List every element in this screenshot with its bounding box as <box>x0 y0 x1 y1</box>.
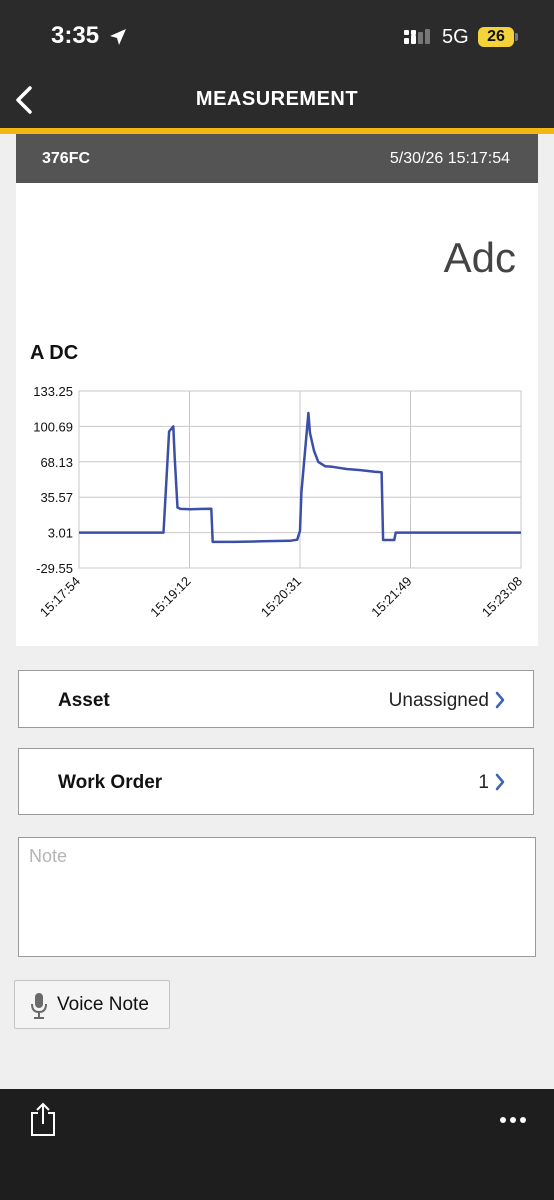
y-tick-label: 3.01 <box>48 526 73 541</box>
note-input[interactable] <box>27 844 529 952</box>
y-tick-label: 35.57 <box>40 490 73 505</box>
microphone-icon <box>31 993 47 1019</box>
y-tick-label: 133.25 <box>33 384 73 399</box>
measurement-card: 376FC 5/30/26 15:17:54 Adc A DC 133.25 10… <box>16 134 538 646</box>
x-tick-label: 15:21:49 <box>368 574 414 620</box>
location-arrow-icon <box>110 29 126 45</box>
cellular-signal-icon <box>404 29 430 44</box>
status-bar: 3:35 5G 26 <box>0 0 554 72</box>
work-order-row[interactable]: Work Order 1 <box>18 748 534 815</box>
page-title: MEASUREMENT <box>195 88 359 110</box>
y-tick-label: 100.69 <box>33 419 73 434</box>
battery-cap <box>515 33 518 41</box>
battery-level: 26 <box>478 27 514 47</box>
x-tick-label: 15:20:31 <box>258 574 304 620</box>
nav-bar: MEASUREMENT <box>0 72 554 128</box>
x-tick-label: 15:23:08 <box>479 574 525 620</box>
status-time: 3:35 <box>51 22 100 49</box>
asset-label: Asset <box>58 690 110 711</box>
work-order-label: Work Order <box>58 772 163 793</box>
asset-row[interactable]: Asset Unassigned <box>18 670 534 728</box>
x-tick-label: 15:19:12 <box>147 574 193 620</box>
more-icon[interactable] <box>498 1107 530 1131</box>
network-type: 5G <box>442 26 469 48</box>
asset-value: Unassigned <box>388 690 489 711</box>
y-tick-label: 68.13 <box>40 455 73 470</box>
bottom-toolbar <box>0 1089 554 1200</box>
share-icon[interactable] <box>28 1101 58 1139</box>
voice-note-button[interactable]: Voice Note <box>14 980 170 1029</box>
work-order-value: 1 <box>478 772 489 793</box>
note-box <box>18 837 536 957</box>
y-tick-label: -29.55 <box>36 561 73 576</box>
chevron-right-icon <box>495 691 505 709</box>
x-tick-label: 15:17:54 <box>37 574 83 620</box>
measurement-chart: 133.25 100.69 68.13 35.57 3.01 -29.5515:17:54… <box>33 384 525 620</box>
chevron-right-icon <box>495 773 505 791</box>
voice-note-label: Voice Note <box>57 994 149 1015</box>
